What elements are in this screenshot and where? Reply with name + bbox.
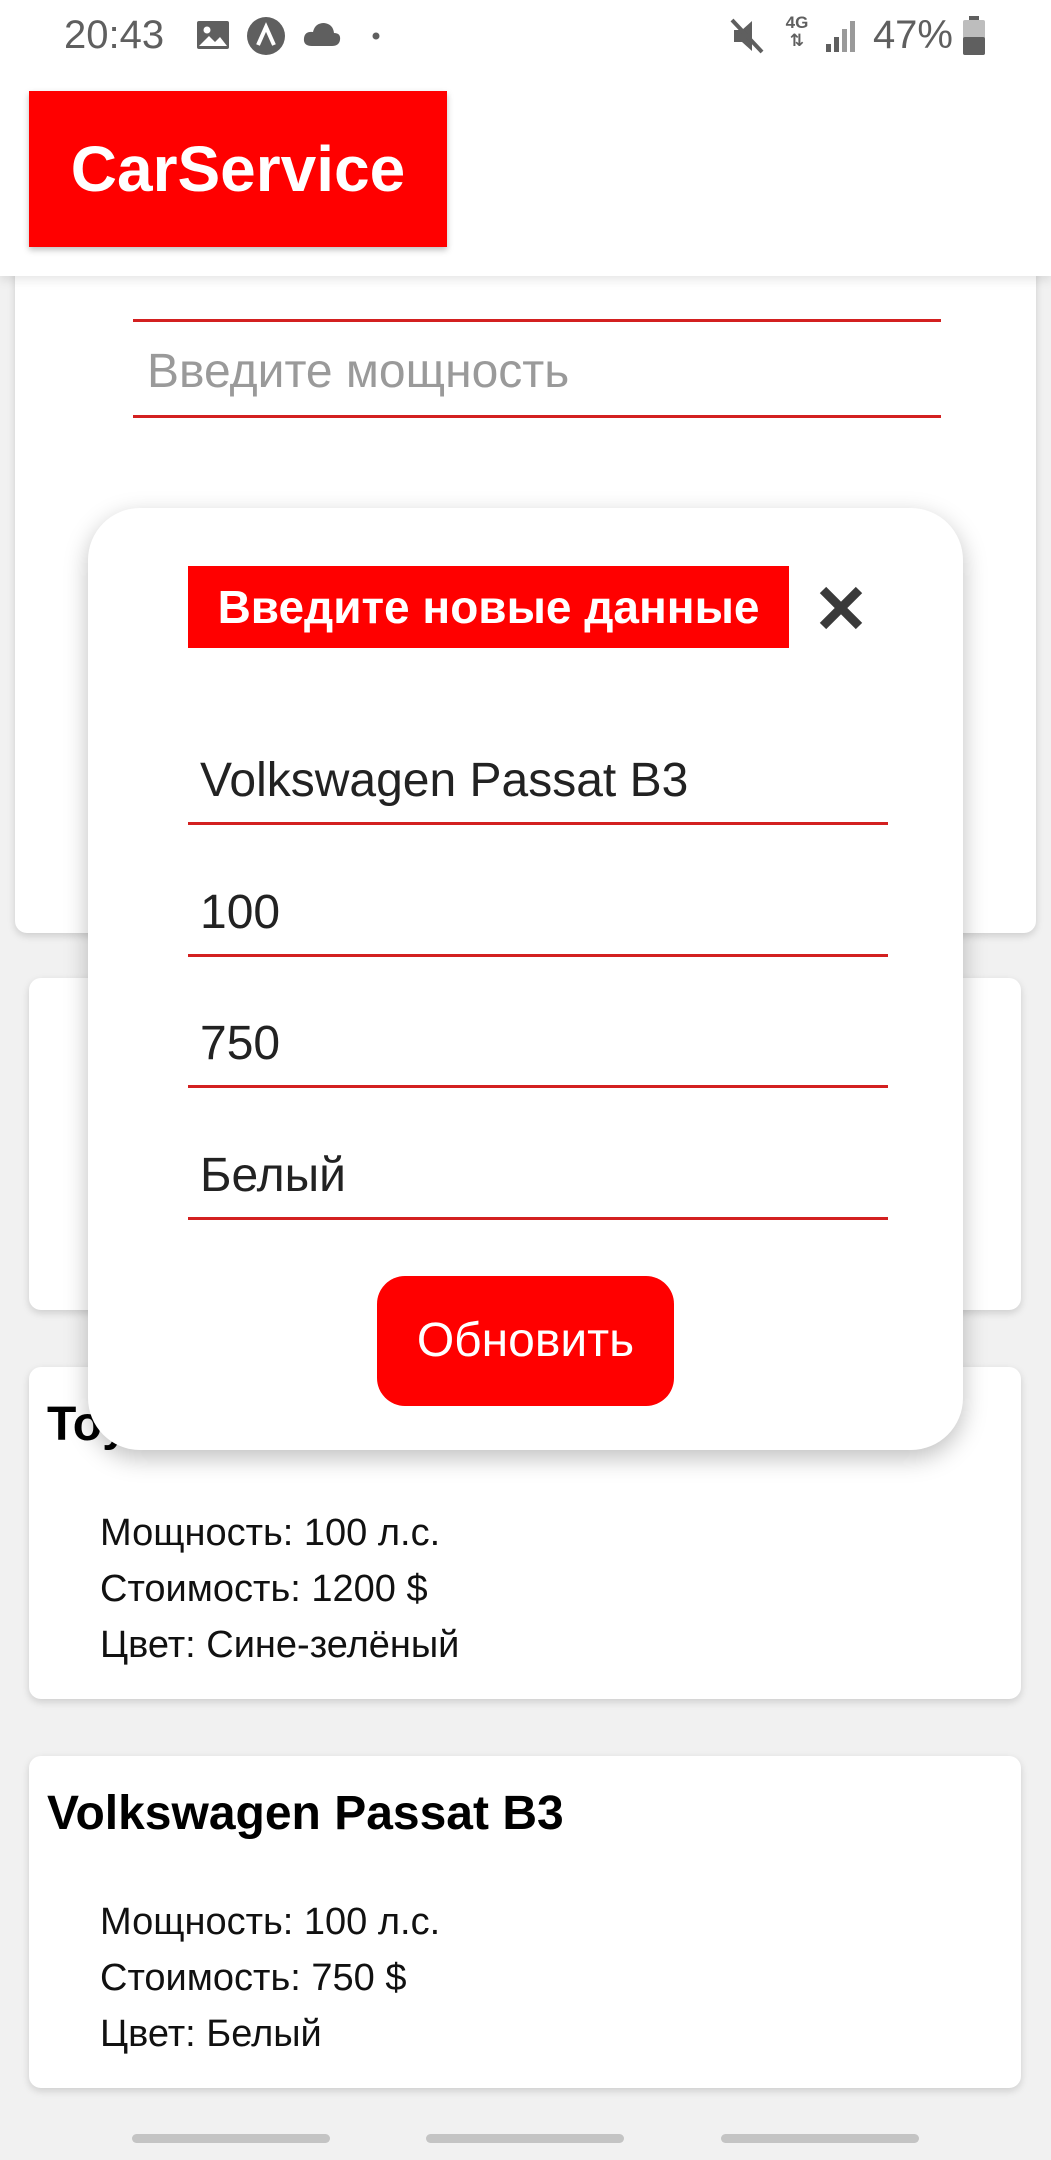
- car-details: Мощность: 100 л.с. Стоимость: 1200 $ Цве…: [100, 1505, 459, 1673]
- a-circle-icon: [247, 17, 285, 55]
- price-input[interactable]: [200, 1016, 870, 1071]
- battery-icon: [963, 16, 985, 55]
- car-color: Цвет: Сине-зелёный: [100, 1624, 460, 1666]
- app-screen: 20:43 4G ⇅ 47% CarService Введите мощнос…: [0, 0, 1051, 2160]
- app-bar: CarService: [0, 72, 1051, 276]
- edit-car-modal: Введите новые данные Обновить: [88, 508, 963, 1450]
- car-power: Мощность: 100 л.с.: [100, 1901, 441, 1943]
- modal-title: Введите новые данные: [188, 566, 789, 648]
- nav-pill-right[interactable]: [721, 2134, 919, 2143]
- update-button[interactable]: Обновить: [377, 1276, 674, 1406]
- color-input[interactable]: [200, 1148, 870, 1203]
- status-bar: 20:43 4G ⇅ 47%: [0, 0, 1051, 72]
- car-price: Стоимость: 1200 $: [100, 1568, 428, 1610]
- car-details: Мощность: 100 л.с. Стоимость: 750 $ Цвет…: [100, 1894, 440, 2062]
- nav-pill-home[interactable]: [426, 2134, 624, 2143]
- car-title: Volkswagen Passat B3: [47, 1787, 564, 1840]
- power-input[interactable]: [200, 885, 870, 940]
- car-name-field[interactable]: [188, 715, 888, 825]
- power-placeholder: Введите мощность: [147, 345, 570, 398]
- image-icon: [197, 21, 229, 49]
- network-4g-icon: 4G ⇅: [785, 13, 809, 50]
- battery-percent: 47%: [872, 13, 953, 57]
- app-logo[interactable]: CarService: [29, 91, 447, 247]
- dot-icon: [372, 32, 380, 40]
- car-color: Цвет: Белый: [100, 2013, 322, 2055]
- close-icon[interactable]: [815, 582, 867, 634]
- car-card[interactable]: Volkswagen Passat B3 Мощность: 100 л.с. …: [29, 1756, 1021, 2088]
- power-field[interactable]: [188, 847, 888, 957]
- color-field[interactable]: [188, 1110, 888, 1220]
- mute-icon: [730, 18, 764, 54]
- car-price: Стоимость: 750 $: [100, 1957, 407, 1999]
- price-field[interactable]: [188, 978, 888, 1088]
- status-time: 20:43: [64, 13, 165, 57]
- nav-pill-left[interactable]: [132, 2134, 330, 2143]
- car-power: Мощность: 100 л.с.: [100, 1512, 441, 1554]
- car-name-input[interactable]: [200, 753, 870, 808]
- cloud-icon: [303, 23, 341, 46]
- signal-icon: [826, 21, 855, 52]
- power-field[interactable]: Введите мощность: [133, 334, 941, 418]
